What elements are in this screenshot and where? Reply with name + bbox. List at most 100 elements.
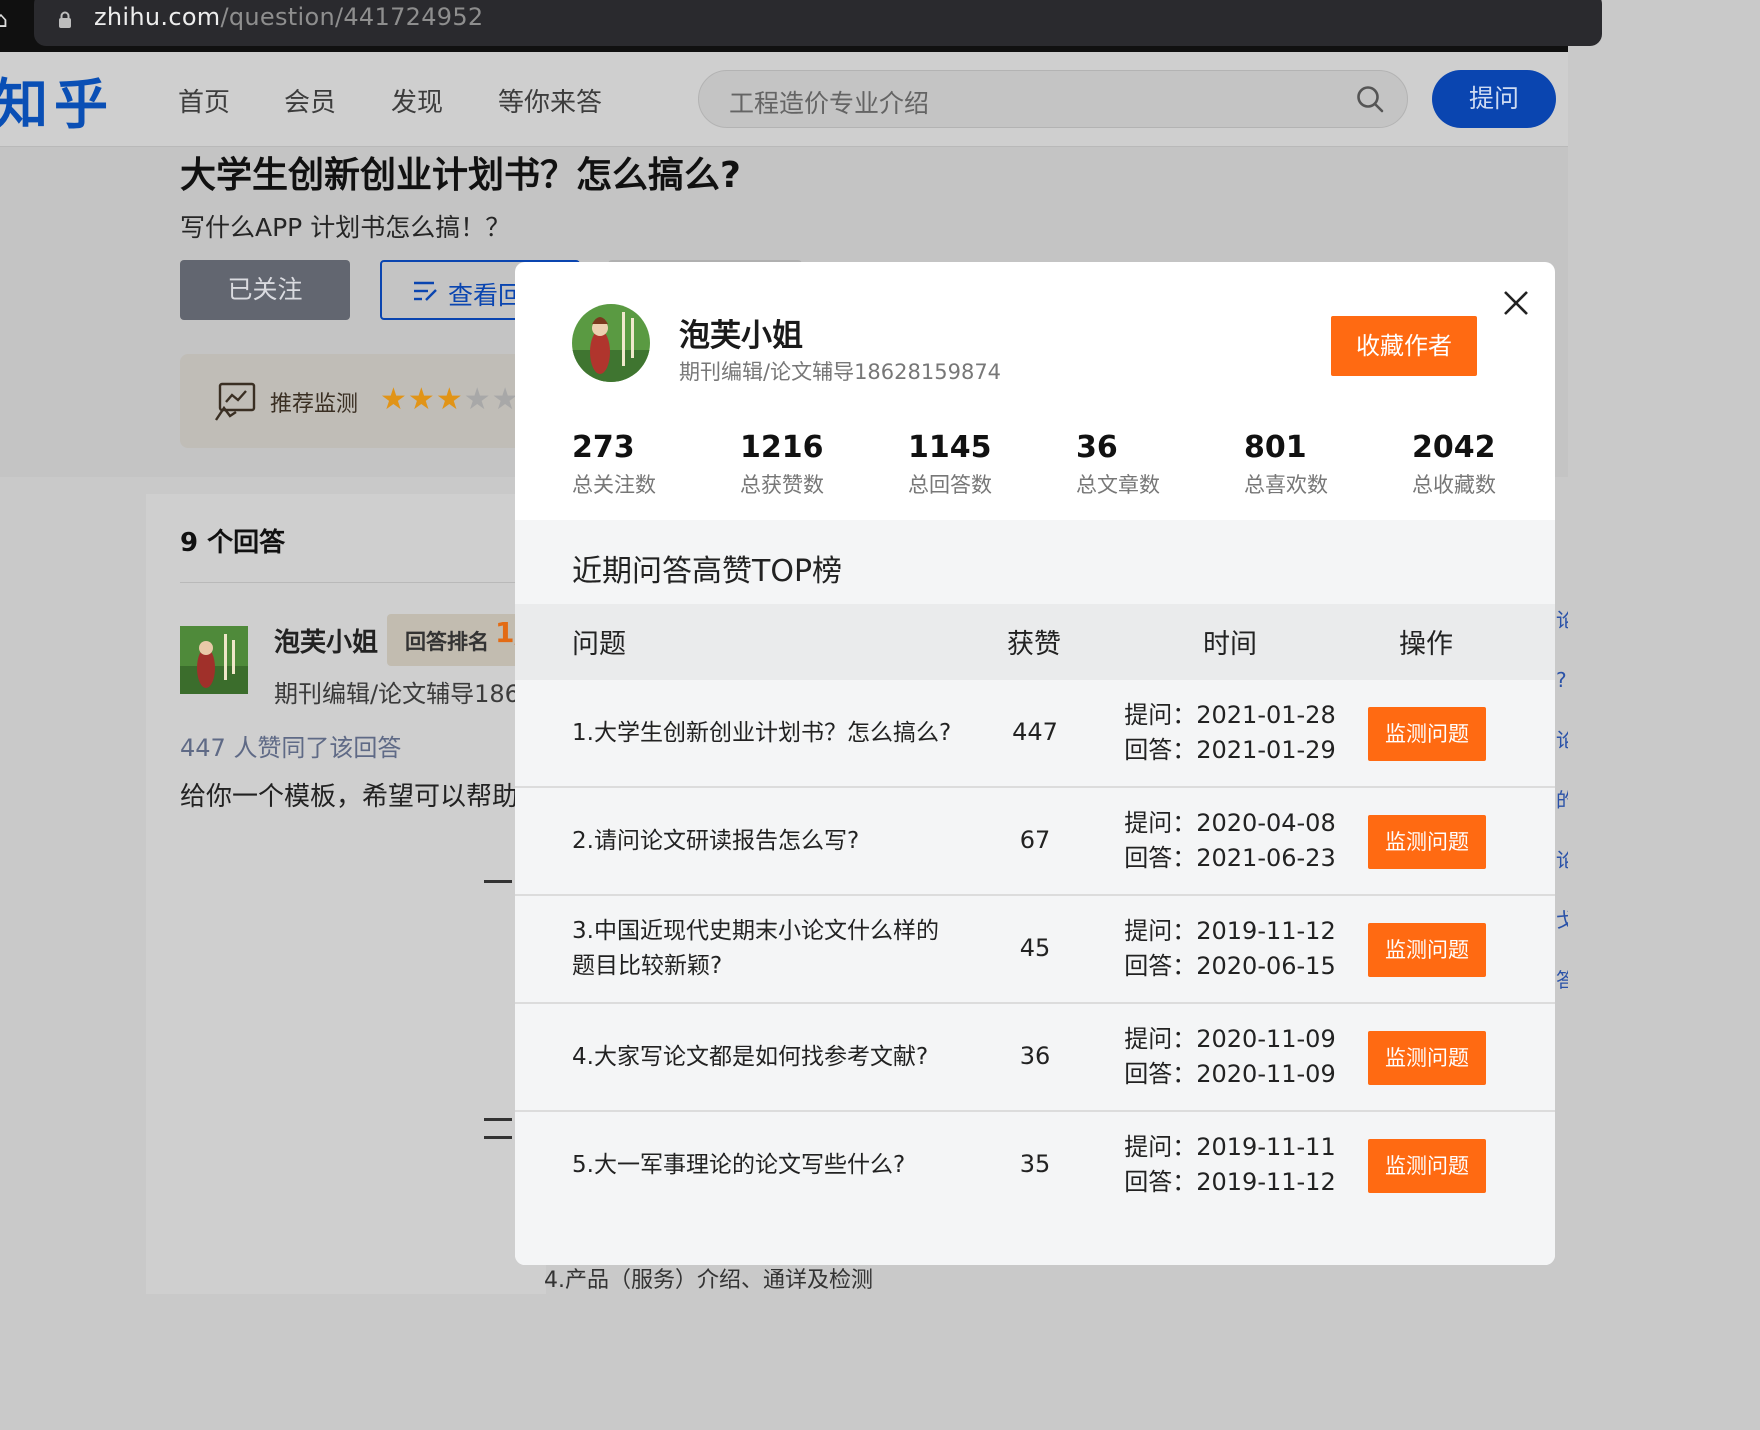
list-icon <box>414 281 437 301</box>
question-title: 大学生创新创业计划书？怎么搞么? <box>180 155 741 196</box>
recommend-label: 推荐监测 <box>270 392 359 417</box>
rating-stars: ★★★★★ <box>380 382 520 417</box>
stat-followers: 273 总关注数 <box>572 430 732 499</box>
row-question[interactable]: 1.大学生创新创业计划书？怎么搞么? <box>572 680 957 786</box>
row-time: 提问：2020-04-08 回答：2021-06-23 <box>1110 806 1350 876</box>
followed-button[interactable]: 已关注 <box>180 260 350 320</box>
stat-value: 2042 <box>1412 430 1496 465</box>
stat-label: 总文章数 <box>1076 473 1160 497</box>
row-votes: 67 <box>1019 826 1051 854</box>
monitor-question-button[interactable]: 监测问题 <box>1368 1139 1486 1193</box>
stat-articles: 36 总文章数 <box>1076 430 1236 499</box>
url-path: /question/441724952 <box>220 3 484 31</box>
row-answered-date: 回答：2020-11-09 <box>1124 1060 1336 1088</box>
nav-discover[interactable]: 发现 <box>391 82 443 119</box>
search-icon[interactable] <box>1355 84 1385 114</box>
author-name: 泡芙小姐 <box>679 318 803 354</box>
ask-question-button[interactable]: 提问 <box>1432 70 1556 128</box>
right-sidebar-fragment: 论 ? 论 的 论 戈 答 <box>1556 590 1568 1190</box>
author-profile-modal: 泡芙小姐 期刊编辑/论文辅导18628159874 收藏作者 273 总关注数 … <box>515 262 1555 1265</box>
row-time: 提问：2020-11-09 回答：2020-11-09 <box>1110 1022 1350 1092</box>
stat-value: 1145 <box>908 430 992 465</box>
table-row: 3.中国近现代史期末小论文什么样的题目比较新颖? 45 提问：2019-11-1… <box>515 896 1555 1004</box>
content-dash <box>484 1136 512 1139</box>
row-question[interactable]: 2.请问论文研读报告怎么写? <box>572 788 957 894</box>
row-asked-date: 提问：2019-11-12 <box>1124 917 1336 945</box>
site-header: 知乎 首页 会员 发现 等你来答 工程造价专业介绍 提问 <box>0 52 1568 147</box>
nav-waiting-answers[interactable]: 等你来答 <box>498 82 602 119</box>
favorite-author-button[interactable]: 收藏作者 <box>1331 316 1477 376</box>
row-question[interactable]: 5.大一军事理论的论文写些什么? <box>572 1112 957 1218</box>
sidebar-fragment-text: ? <box>1556 668 1567 692</box>
row-asked-date: 提问：2020-11-09 <box>1124 1025 1336 1053</box>
row-votes: 35 <box>1019 1150 1051 1178</box>
nav-home[interactable]: 首页 <box>178 82 230 119</box>
view-answers-label: 查看回 <box>448 281 524 310</box>
monitor-question-button[interactable]: 监测问题 <box>1368 923 1486 977</box>
question-description: 写什么APP 计划书怎么搞！？ <box>180 213 511 242</box>
section-title: 近期问答高赞TOP榜 <box>572 554 843 589</box>
stat-label: 总获赞数 <box>740 473 824 497</box>
stat-label: 总关注数 <box>572 473 656 497</box>
table-header: 问题 获赞 时间 操作 <box>515 604 1555 680</box>
url-host: zhihu.com <box>94 3 221 31</box>
content-dash <box>484 880 512 883</box>
url-text[interactable]: zhihu.com/question/441724952 <box>94 3 484 31</box>
divider <box>180 582 546 583</box>
table-row: 2.请问论文研读报告怎么写? 67 提问：2020-04-08 回答：2021-0… <box>515 788 1555 896</box>
stat-value: 273 <box>572 430 635 465</box>
answer-body-fragment: 4.产品（服务）介绍、通详及检测 <box>544 1268 873 1293</box>
answer-excerpt[interactable]: 给你一个模板，希望可以帮助 <box>180 776 518 813</box>
stat-label: 总收藏数 <box>1412 473 1496 497</box>
column-header-action: 操作 <box>1399 629 1453 660</box>
row-time: 提问：2019-11-12 回答：2020-06-15 <box>1110 914 1350 984</box>
monitor-question-button[interactable]: 监测问题 <box>1368 707 1486 761</box>
row-question[interactable]: 4.大家写论文都是如何找参考文献? <box>572 1004 957 1110</box>
star-icon: ★ <box>435 382 464 417</box>
row-time: 提问：2019-11-11 回答：2019-11-12 <box>1110 1130 1350 1200</box>
monitor-question-button[interactable]: 监测问题 <box>1368 1031 1486 1085</box>
recommend-monitor-panel: 推荐监测 ★★★★★ <box>180 354 540 448</box>
row-answered-date: 回答：2019-11-12 <box>1124 1168 1336 1196</box>
sidebar-fragment-text: 戈 <box>1556 908 1568 932</box>
stat-value: 1216 <box>740 430 824 465</box>
sidebar-fragment-text: 论 <box>1556 728 1568 752</box>
row-asked-date: 提问：2021-01-28 <box>1124 701 1336 729</box>
sidebar-fragment-text: 论 <box>1556 608 1568 632</box>
monitor-chart-icon <box>215 382 256 421</box>
stat-value: 36 <box>1076 430 1118 465</box>
row-asked-date: 提问：2019-11-11 <box>1124 1133 1336 1161</box>
star-icon: ★ <box>407 382 436 417</box>
sidebar-fragment-text: 论 <box>1556 848 1568 872</box>
nav-membership[interactable]: 会员 <box>284 82 336 119</box>
author-bio: 期刊编辑/论文辅导18628159874 <box>679 360 1002 384</box>
stat-label: 总回答数 <box>908 473 992 497</box>
answers-count: 9 个回答 <box>180 528 286 558</box>
stat-likes: 1216 总获赞数 <box>740 430 900 499</box>
table-row: 5.大一军事理论的论文写些什么? 35 提问：2019-11-11 回答：2019… <box>515 1112 1555 1220</box>
answer-author-name[interactable]: 泡芙小姐 <box>274 622 378 659</box>
row-votes: 36 <box>1019 1042 1051 1070</box>
zhihu-logo[interactable]: 知乎 <box>0 60 114 139</box>
stat-favorites: 801 总喜欢数 <box>1244 430 1404 499</box>
row-answered-date: 回答：2021-01-29 <box>1124 736 1336 764</box>
stat-answers: 1145 总回答数 <box>908 430 1068 499</box>
home-icon[interactable]: ⌂ <box>0 8 8 33</box>
stat-value: 801 <box>1244 430 1307 465</box>
author-avatar[interactable] <box>180 626 248 694</box>
column-header-question: 问题 <box>572 629 626 660</box>
search-input[interactable]: 工程造价专业介绍 <box>698 70 1408 128</box>
author-avatar[interactable] <box>572 304 650 382</box>
answers-card: 9 个回答 泡芙小姐 回答排名 1/ 期刊编辑/论文辅导186 447 人赞同了… <box>146 494 547 1294</box>
answer-votes: 447 人赞同了该回答 <box>180 734 402 762</box>
row-answered-date: 回答：2020-06-15 <box>1124 952 1336 980</box>
content-dash <box>484 1118 512 1121</box>
sidebar-fragment-text: 的 <box>1556 788 1568 812</box>
lock-icon <box>59 11 71 28</box>
table-row: 1.大学生创新创业计划书？怎么搞么? 447 提问：2021-01-28 回答：2… <box>515 680 1555 788</box>
close-icon[interactable] <box>1501 288 1531 318</box>
row-asked-date: 提问：2020-04-08 <box>1124 809 1336 837</box>
row-question[interactable]: 3.中国近现代史期末小论文什么样的题目比较新颖? <box>572 896 957 1002</box>
monitor-question-button[interactable]: 监测问题 <box>1368 815 1486 869</box>
sidebar-fragment-text: 答 <box>1556 968 1568 992</box>
